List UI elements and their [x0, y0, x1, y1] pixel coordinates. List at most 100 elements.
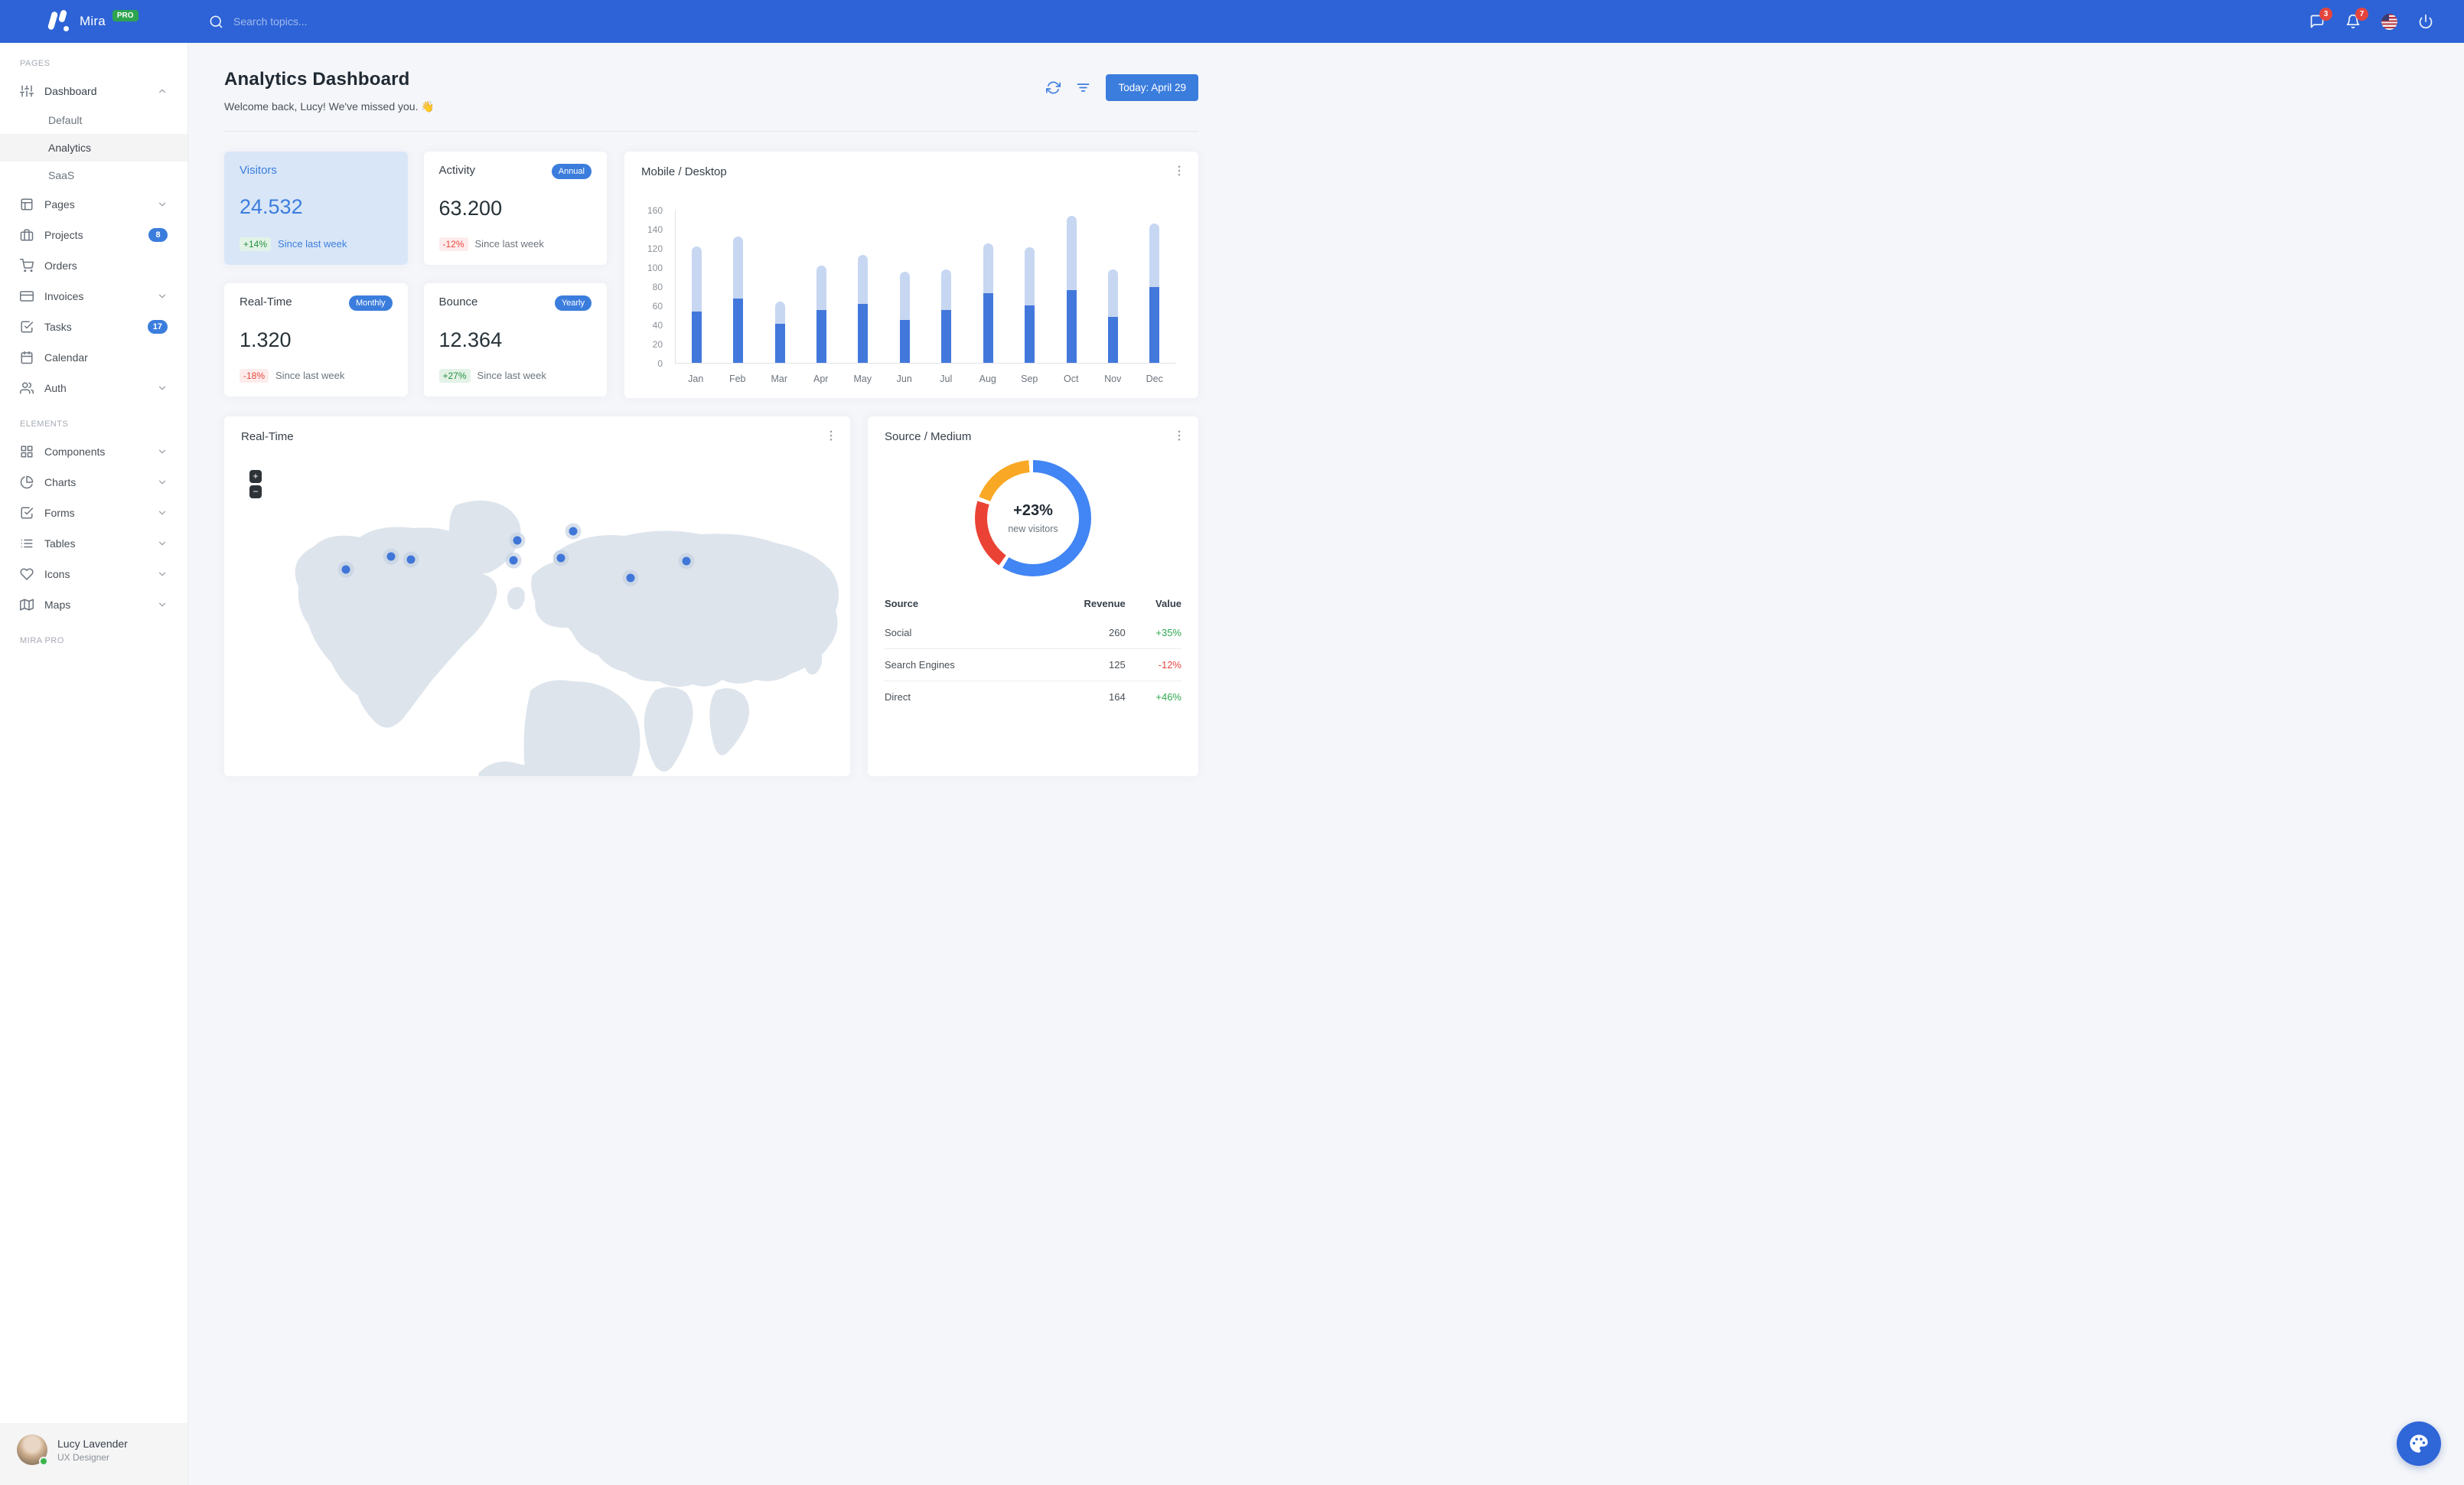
mobile-segment [941, 310, 952, 363]
bar-jun[interactable] [884, 211, 925, 363]
mobile-desktop-chart-card: Mobile / Desktop 0 20 40 60 80 100 120 140 160 J… [624, 152, 1198, 398]
x-axis-label: Jun [896, 374, 912, 384]
mobile-segment [774, 323, 785, 363]
chevron-down-icon [157, 538, 168, 549]
sidebar-item-tables[interactable]: Tables [0, 528, 187, 559]
period-pill[interactable]: Yearly [554, 295, 592, 311]
bar-oct[interactable] [1051, 211, 1092, 363]
sidebar-subitem-saas[interactable]: SaaS [0, 162, 187, 189]
visitor-marker[interactable] [509, 556, 518, 565]
sidebar-item-tasks[interactable]: Tasks 17 [0, 312, 187, 342]
bar-jan[interactable] [676, 211, 717, 363]
sidebar-item-icons[interactable]: Icons [0, 559, 187, 589]
language-flag-us[interactable] [2381, 13, 2397, 30]
sidebar-section-label: ELEMENTS [20, 419, 69, 429]
sidebar-subitem-default[interactable]: Default [0, 106, 187, 134]
chart-menu-button[interactable] [1172, 164, 1186, 178]
x-axis-label: Jul [940, 374, 953, 384]
refresh-button[interactable] [1046, 80, 1061, 95]
source-medium-table: Source Revenue Value Social 260 +35% Search E… [885, 590, 1181, 713]
revenue-cell: 164 [1035, 680, 1126, 713]
map-zoom-out-button[interactable]: − [249, 485, 262, 498]
map-zoom-in-button[interactable]: + [249, 470, 262, 483]
period-pill[interactable]: Annual [551, 164, 592, 179]
search-input[interactable] [233, 15, 402, 28]
bar-dec[interactable] [1134, 211, 1175, 363]
check-square-icon [20, 320, 34, 334]
bar-mar[interactable] [759, 211, 800, 363]
bar-jul[interactable] [926, 211, 967, 363]
visitor-marker[interactable] [569, 527, 578, 536]
chevron-down-icon [157, 291, 168, 302]
bar-aug[interactable] [967, 211, 1009, 363]
desktop-segment [941, 269, 952, 311]
sidebar-item-label: Auth [44, 382, 67, 394]
sidebar-item-calendar[interactable]: Calendar [0, 342, 187, 373]
desktop-segment [1025, 246, 1035, 305]
bar-sep[interactable] [1009, 211, 1050, 363]
stat-title: Activity [438, 164, 476, 177]
source-medium-menu-button[interactable] [1172, 429, 1186, 442]
search-icon [209, 15, 223, 29]
visitor-marker[interactable] [406, 555, 416, 564]
sidebar-item-charts[interactable]: Charts [0, 467, 187, 498]
visitor-marker[interactable] [682, 556, 691, 566]
chart-plot [675, 211, 1175, 364]
since-label: Since last week [275, 370, 345, 381]
donut-center-label: new visitors [1008, 524, 1058, 534]
sidebar-item-label: Projects [44, 229, 83, 241]
donut-chart: +23% new visitors [975, 460, 1091, 576]
visitor-marker[interactable] [386, 552, 396, 561]
sidebar-item-maps[interactable]: Maps [0, 589, 187, 620]
bar-may[interactable] [843, 211, 884, 363]
sidebar-item-orders[interactable]: Orders [0, 250, 187, 281]
x-axis-label: Dec [1146, 374, 1163, 384]
sidebar-item-dashboard[interactable]: Dashboard [0, 76, 187, 106]
change-chip: -12% [438, 237, 468, 251]
heart-icon [20, 567, 34, 581]
visitor-marker[interactable] [626, 573, 635, 583]
pro-badge: PRO [112, 9, 139, 21]
realtime-menu-button[interactable] [824, 429, 838, 442]
mobile-segment [983, 292, 993, 363]
bar-apr[interactable] [800, 211, 842, 363]
sidebar-user[interactable]: Lucy Lavender UX Designer [0, 1423, 187, 1485]
map-icon [20, 598, 34, 612]
mobile-segment [691, 311, 702, 363]
visitor-marker[interactable] [341, 565, 350, 574]
filter-button[interactable] [1075, 80, 1091, 96]
x-axis-label: Jan [688, 374, 704, 384]
stat-value: 63.200 [438, 196, 503, 220]
visitor-marker[interactable] [556, 553, 565, 563]
list-icon [20, 537, 34, 550]
bar-feb[interactable] [717, 211, 758, 363]
sidebar-item-components[interactable]: Components [0, 436, 187, 467]
sidebar-item-pages[interactable]: Pages [0, 189, 187, 220]
sidebar-item-projects[interactable]: Projects 8 [0, 220, 187, 250]
x-axis-label: Nov [1104, 374, 1122, 384]
sidebar-section-label: MIRA PRO [20, 636, 64, 645]
notifications-button[interactable]: 7 [2345, 8, 2368, 29]
stacked-bar-chart: 0 20 40 60 80 100 120 140 160 Jan Feb Mar Apr May Jun… [641, 205, 1181, 384]
sidebar-item-auth[interactable]: Auth [0, 373, 187, 403]
theme-settings-button[interactable] [2397, 1421, 2441, 1466]
brand[interactable]: Mira PRO [0, 9, 188, 34]
messages-button[interactable]: 3 [2309, 8, 2332, 29]
chevron-down-icon [157, 383, 168, 393]
y-tick: 20 [652, 339, 663, 350]
calendar-icon [20, 351, 34, 364]
period-pill[interactable]: Monthly [348, 295, 393, 311]
sidebar-item-forms[interactable]: Forms [0, 498, 187, 528]
table-header-value: Value [1155, 598, 1181, 609]
desktop-segment [774, 302, 785, 324]
y-tick: 160 [647, 205, 663, 216]
table-row: Search Engines 125 -12% [885, 648, 1181, 681]
sidebar-subitem-analytics[interactable]: Analytics [0, 134, 187, 162]
sign-out-button[interactable] [2418, 14, 2433, 29]
date-range-button[interactable]: Today: April 29 [1106, 74, 1198, 101]
x-axis-label: Sep [1021, 374, 1038, 384]
visitor-marker[interactable] [513, 536, 522, 545]
sidebar-item-invoices[interactable]: Invoices [0, 281, 187, 312]
bar-nov[interactable] [1092, 211, 1133, 363]
world-map[interactable] [226, 461, 849, 776]
